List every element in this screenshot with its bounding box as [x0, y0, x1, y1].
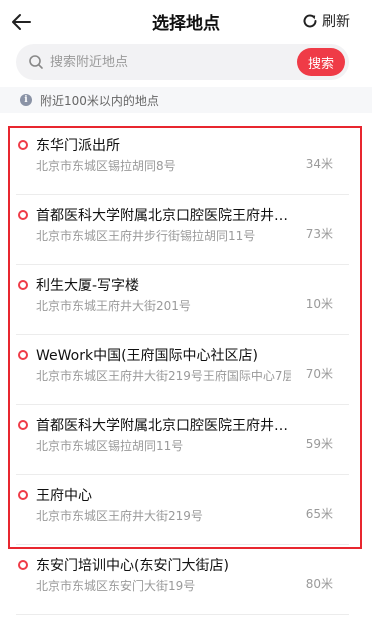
header-bar: 选择地点 刷新	[0, 0, 372, 44]
hint-text: 附近100米以内的地点	[40, 94, 159, 108]
place-address: 北京市东城区锡拉胡同11号	[36, 439, 184, 453]
place-distance: 70米	[305, 367, 333, 381]
place-distance: 65米	[305, 507, 333, 521]
refresh-label: 刷新	[322, 14, 350, 30]
location-pin-icon	[18, 350, 28, 360]
place-list: 东华门派出所 北京市东城区锡拉胡同8号 34米 首都医科大学附属北京口腔医院王府…	[0, 125, 372, 615]
refresh-icon	[303, 14, 317, 28]
place-address: 北京市东城区王府井步行街锡拉胡同11号	[36, 229, 256, 243]
location-pin-icon	[18, 210, 28, 220]
place-name: WeWork中国(王府国际中心社区店)	[36, 348, 259, 364]
info-icon: i	[20, 94, 32, 106]
refresh-button[interactable]: 刷新	[302, 11, 350, 31]
location-pin-icon	[18, 490, 28, 500]
place-item[interactable]: 东华门派出所 北京市东城区锡拉胡同8号 34米	[16, 125, 349, 195]
place-item[interactable]: 首都医科大学附属北京口腔医院王府井… 北京市东城区锡拉胡同11号 59米	[16, 405, 349, 475]
place-item[interactable]: 东安门培训中心(东安门大街店) 北京市东城区东安门大街19号 80米	[16, 545, 349, 615]
location-pin-icon	[18, 140, 28, 150]
place-name: 王府中心	[36, 488, 92, 504]
location-pin-icon	[18, 420, 28, 430]
place-name: 利生大厦-写字楼	[36, 278, 140, 294]
place-item[interactable]: WeWork中国(王府国际中心社区店) 北京市东城区王府井大街219号王府国际中…	[16, 335, 349, 405]
search-button[interactable]: 搜索	[297, 48, 345, 76]
place-address: 北京市东城王府井大街201号	[36, 299, 191, 313]
place-address: 北京市东城区王府井大街219号	[36, 509, 203, 523]
search-bar: 搜索	[16, 44, 349, 80]
place-item[interactable]: 利生大厦-写字楼 北京市东城王府井大街201号 10米	[16, 265, 349, 335]
place-distance: 73米	[305, 227, 333, 241]
location-pin-icon	[18, 560, 28, 570]
place-item[interactable]: 首都医科大学附属北京口腔医院王府井… 北京市东城区王府井步行街锡拉胡同11号 7…	[16, 195, 349, 265]
distance-hint: i 附近100米以内的地点	[0, 87, 372, 113]
place-distance: 59米	[305, 437, 333, 451]
search-icon	[29, 55, 43, 69]
place-distance: 80米	[305, 577, 333, 591]
place-address: 北京市东城区东安门大街19号	[36, 579, 196, 593]
place-name: 东安门培训中心(东安门大街店)	[36, 558, 229, 574]
search-input[interactable]	[50, 52, 270, 72]
place-name: 首都医科大学附属北京口腔医院王府井…	[36, 208, 288, 224]
place-distance: 34米	[305, 157, 333, 171]
location-pin-icon	[18, 280, 28, 290]
place-name: 东华门派出所	[36, 138, 120, 154]
place-name: 首都医科大学附属北京口腔医院王府井…	[36, 418, 288, 434]
place-address: 北京市东城区锡拉胡同8号	[36, 159, 176, 173]
place-item[interactable]: 王府中心 北京市东城区王府井大街219号 65米	[16, 475, 349, 545]
place-address: 北京市东城区王府井大街219号王府国际中心7层	[36, 369, 291, 383]
place-distance: 10米	[305, 297, 333, 311]
